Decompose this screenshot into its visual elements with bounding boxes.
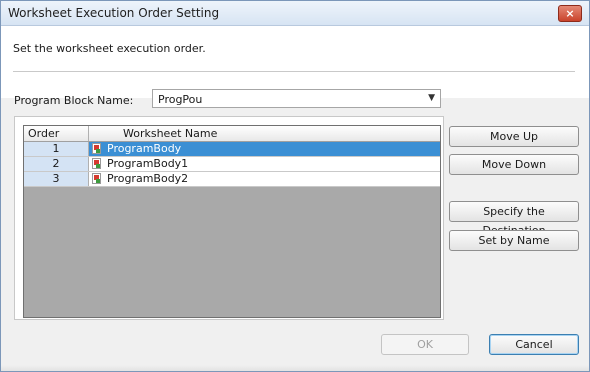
order-cell: 1	[24, 142, 89, 156]
dialog-title: Worksheet Execution Order Setting	[8, 6, 220, 20]
worksheet-name-cell[interactable]: ProgramBody	[89, 142, 440, 156]
worksheet-icon	[92, 143, 101, 154]
grid-header: Order Worksheet Name	[24, 126, 440, 142]
worksheet-name-cell[interactable]: ProgramBody2	[89, 172, 440, 186]
move-down-button[interactable]: Move Down	[449, 154, 579, 175]
worksheet-name: ProgramBody1	[107, 157, 189, 170]
worksheet-name: ProgramBody	[107, 142, 182, 155]
worksheet-icon	[92, 158, 101, 169]
cancel-button[interactable]: Cancel	[489, 334, 579, 355]
ok-button[interactable]: OK	[381, 334, 469, 355]
move-up-button[interactable]: Move Up	[449, 126, 579, 147]
worksheet-name-cell[interactable]: ProgramBody1	[89, 157, 440, 171]
program-block-select[interactable]: ProgPou ▼	[152, 89, 441, 108]
order-cell: 2	[24, 157, 89, 171]
instruction-panel: Set the worksheet execution order.	[1, 26, 589, 98]
table-row[interactable]: 3 ProgramBody2	[24, 172, 440, 187]
dialog-window: Worksheet Execution Order Setting × Set …	[0, 0, 590, 372]
separator	[13, 71, 575, 72]
close-button[interactable]: ×	[558, 5, 582, 22]
order-column-header[interactable]: Order	[24, 126, 89, 141]
order-header-label: Order	[28, 127, 60, 140]
program-block-value: ProgPou	[158, 93, 203, 106]
table-row[interactable]: 2 ProgramBody1	[24, 157, 440, 172]
table-row[interactable]: 1 ProgramBody	[24, 142, 440, 157]
specify-destination-button[interactable]: Specify the Destination	[449, 201, 579, 237]
title-bar: Worksheet Execution Order Setting ×	[1, 1, 589, 26]
set-by-name-button[interactable]: Set by Name	[449, 230, 579, 251]
worksheet-name-column-header[interactable]: Worksheet Name	[89, 126, 440, 141]
worksheet-name: ProgramBody2	[107, 172, 189, 185]
bottom-edge	[1, 365, 589, 371]
instruction-text: Set the worksheet execution order.	[13, 42, 206, 55]
order-cell: 3	[24, 172, 89, 186]
worksheet-name-header-label: Worksheet Name	[123, 127, 218, 140]
chevron-down-icon: ▼	[428, 93, 435, 103]
close-icon: ×	[565, 7, 575, 20]
worksheet-icon	[92, 173, 101, 184]
worksheet-grid[interactable]: Order Worksheet Name 1 ProgramBody 2 Pro…	[23, 125, 441, 318]
program-block-label: Program Block Name:	[14, 94, 134, 107]
